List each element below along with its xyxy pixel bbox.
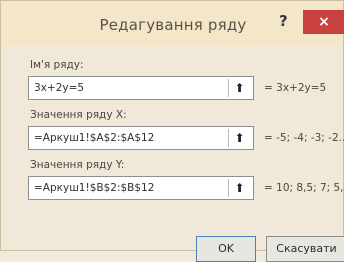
cancel-button[interactable]: Скасувати — [266, 236, 344, 262]
series-x-result: = -5; -4; -3; -2... — [264, 132, 344, 144]
series-x-field[interactable]: =Аркуш1!$A$2:$A$12 ⬆ — [28, 126, 254, 150]
series-name-label: Ім'я ряду: — [30, 59, 84, 71]
series-name-value[interactable]: 3x+2y=5 — [34, 82, 84, 94]
series-y-result: = 10; 8,5; 7; 5,... — [264, 182, 344, 194]
collapse-dialog-icon[interactable]: ⬆ — [228, 129, 250, 147]
series-name-result: = 3x+2y=5 — [264, 82, 327, 94]
collapse-dialog-icon[interactable]: ⬆ — [228, 179, 250, 197]
collapse-dialog-icon[interactable]: ⬆ — [228, 79, 250, 97]
series-name-field[interactable]: 3x+2y=5 ⬆ — [28, 76, 254, 100]
series-x-value[interactable]: =Аркуш1!$A$2:$A$12 — [34, 132, 154, 144]
edit-series-dialog: Редагування ряду ? × Ім'я ряду: 3x+2y=5 … — [0, 0, 344, 262]
ok-button[interactable]: OK — [196, 236, 256, 262]
series-y-label: Значення ряду Y: — [30, 159, 125, 171]
dialog-title: Редагування ряду — [99, 16, 247, 34]
series-y-field[interactable]: =Аркуш1!$B$2:$B$12 ⬆ — [28, 176, 254, 200]
title-bar: Редагування ряду ? × — [1, 1, 344, 45]
help-button[interactable]: ? — [279, 12, 288, 30]
dialog-content: Ім'я ряду: 3x+2y=5 ⬆ = 3x+2y=5 Значення … — [16, 51, 344, 262]
series-x-label: Значення ряду X: — [30, 109, 127, 121]
series-y-value[interactable]: =Аркуш1!$B$2:$B$12 — [34, 182, 154, 194]
close-button[interactable]: × — [303, 10, 344, 34]
